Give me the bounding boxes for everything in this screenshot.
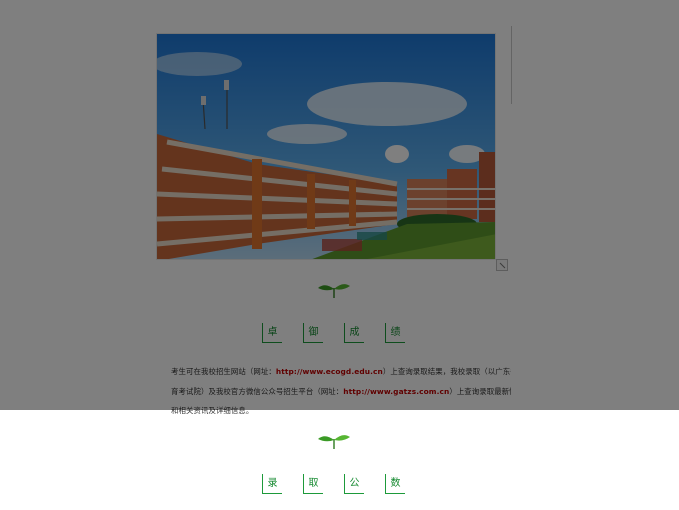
heading-char: 数: [385, 474, 405, 494]
section-heading-admission: 录 取 公 数: [262, 474, 405, 494]
dim-overlay[interactable]: [0, 0, 679, 410]
heading-char: 公: [344, 474, 364, 494]
heading-char: 录: [262, 474, 282, 494]
sprout-icon: [318, 435, 350, 449]
heading-char: 取: [303, 474, 323, 494]
